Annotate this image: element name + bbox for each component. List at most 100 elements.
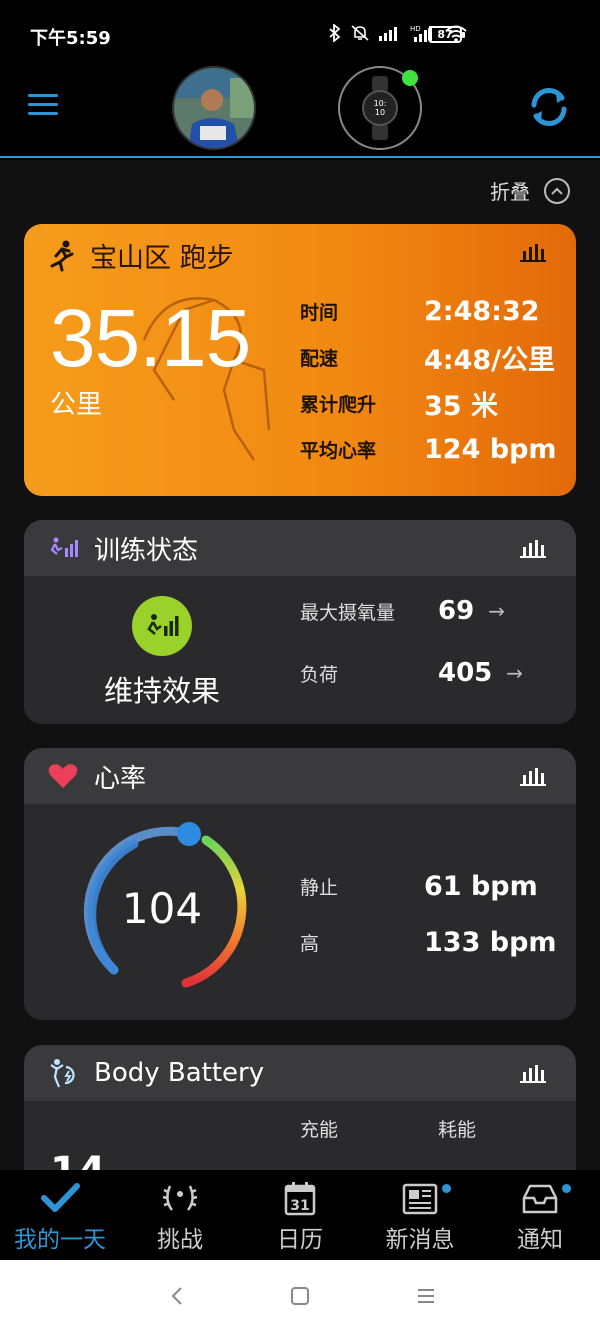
tab-label: 新消息: [385, 1227, 455, 1253]
arrow-right-icon: →: [506, 661, 524, 685]
stat-label: 高: [300, 932, 320, 955]
laurel-icon: [162, 1185, 198, 1211]
bluetooth-icon: [329, 24, 341, 42]
svg-text:10:: 10:: [374, 99, 387, 108]
avatar[interactable]: [172, 66, 256, 150]
inbox-icon: [522, 1184, 558, 1214]
tab-notifications[interactable]: 通知: [480, 1170, 600, 1260]
stat-label: 累计爬升: [300, 393, 377, 416]
menu-line: [28, 103, 58, 106]
card-title: 心率: [94, 763, 147, 794]
training-maintaining-icon: [147, 614, 179, 636]
body-battery-labels: 充能 耗能: [300, 1115, 576, 1142]
bar-chart-icon[interactable]: [520, 1063, 546, 1083]
tab-label: 日历: [277, 1227, 323, 1253]
tab-my-day[interactable]: 我的一天: [0, 1170, 120, 1260]
body-battery-card[interactable]: Body Battery 充能 耗能 14: [24, 1045, 576, 1170]
battery-indicator: 87: [428, 26, 465, 43]
stat-label: 配速: [300, 347, 339, 370]
unread-badge: [562, 1184, 571, 1193]
stat-value: 2:48:32: [424, 295, 540, 327]
top-app-bar: 10: 10: [0, 62, 600, 158]
arrow-right-icon: →: [488, 599, 505, 623]
signal-icon: [379, 27, 397, 41]
collapse-toggle[interactable]: 折叠: [490, 176, 570, 205]
sync-icon[interactable]: [526, 84, 572, 130]
stat-label: 负荷: [300, 663, 339, 686]
stat-value: 124 bpm: [424, 433, 557, 465]
stat-row: 配速 4:48/公里: [300, 334, 557, 380]
recents-icon[interactable]: [414, 1284, 438, 1308]
menu-button[interactable]: [28, 94, 58, 118]
chevron-up-icon: [544, 177, 570, 204]
system-navigation-bar: [0, 1260, 600, 1333]
card-header: 训练状态: [24, 520, 576, 576]
bar-chart-icon[interactable]: [520, 766, 546, 786]
calendar-day: 31: [290, 1198, 309, 1214]
bar-chart-icon[interactable]: [520, 538, 546, 558]
svg-text:HD: HD: [410, 25, 421, 33]
card-header: 心率: [24, 748, 576, 804]
tab-label: 我的一天: [14, 1227, 106, 1253]
connected-indicator: [402, 70, 418, 86]
training-status-icon: [46, 536, 80, 560]
heart-rate-card[interactable]: 心率 104 静止 61 bpm 高 133 bpm: [24, 748, 576, 1020]
bottom-tab-bar: 我的一天 挑战 31 日历 新消息 通知: [0, 1170, 600, 1260]
status-bar: 下午5:59 HD 87: [0, 0, 600, 62]
stat-value: 405: [438, 658, 493, 688]
calendar-icon: 31: [284, 1182, 316, 1216]
stat-label: 静止: [300, 876, 339, 899]
stat-value: 69: [438, 596, 475, 626]
stat-row: 静止 61 bpm: [300, 858, 557, 914]
activity-distance: 35.15: [50, 293, 251, 384]
menu-line: [28, 94, 58, 97]
activity-stats: 时间 2:48:32 配速 4:48/公里 累计爬升 35 米 平均心率 124 bpm: [300, 288, 557, 472]
stat-value: 4:48/公里: [424, 344, 556, 376]
heart-icon: [46, 763, 80, 789]
stat-row: 时间 2:48:32: [300, 288, 557, 334]
training-status-card[interactable]: 训练状态 维持效果 最大摄氧量 69 → 负荷 405 →: [24, 520, 576, 724]
heart-rate-stats: 静止 61 bpm 高 133 bpm: [300, 858, 557, 970]
menu-line: [28, 112, 58, 115]
card-title: 训练状态: [94, 535, 199, 566]
mute-bell-icon: [351, 25, 369, 41]
collapse-label: 折叠: [490, 180, 530, 204]
activity-title: 宝山区 跑步: [48, 236, 234, 275]
body-battery-icon: [46, 1057, 80, 1089]
training-status-summary: 维持效果: [24, 576, 300, 724]
stat-value: 133 bpm: [424, 926, 557, 958]
newspaper-icon: [402, 1183, 438, 1215]
body-battery-value: 14: [50, 1149, 106, 1170]
tab-challenges[interactable]: 挑战: [120, 1170, 240, 1260]
training-stats: 最大摄氧量 69 → 负荷 405 →: [300, 576, 523, 700]
charged-label: 充能: [300, 1119, 339, 1141]
tab-newsfeed[interactable]: 新消息: [360, 1170, 480, 1260]
tab-calendar[interactable]: 31 日历: [240, 1170, 360, 1260]
unread-badge: [442, 1184, 451, 1193]
activity-title-text: 宝山区 跑步: [90, 243, 234, 274]
load-row[interactable]: 负荷 405 →: [300, 646, 523, 700]
training-status-text: 维持效果: [103, 674, 220, 708]
stat-row: 累计爬升 35 米: [300, 380, 557, 426]
stat-row: 平均心率 124 bpm: [300, 426, 557, 472]
status-time: 下午5:59: [30, 28, 111, 49]
stat-value: 35 米: [424, 390, 498, 422]
home-icon[interactable]: [288, 1284, 312, 1308]
activity-distance-unit: 公里: [50, 390, 103, 420]
stat-label: 时间: [300, 301, 339, 324]
device-watch-button[interactable]: 10: 10: [338, 66, 422, 150]
main-content: 折叠 宝山区 跑步 35.15 公里 时间 2:48:32 配速 4:48/公里 累…: [0, 160, 600, 1170]
vo2max-row[interactable]: 最大摄氧量 69 →: [300, 584, 523, 638]
svg-text:10: 10: [375, 108, 385, 117]
stat-row: 高 133 bpm: [300, 914, 557, 970]
back-icon[interactable]: [166, 1284, 190, 1308]
drained-label: 耗能: [438, 1119, 477, 1141]
activity-card-run[interactable]: 宝山区 跑步 35.15 公里 时间 2:48:32 配速 4:48/公里 累计爬升…: [24, 224, 576, 496]
avatar-photo: [174, 68, 254, 148]
tab-label: 通知: [517, 1227, 563, 1253]
tab-label: 挑战: [157, 1227, 203, 1253]
check-icon: [41, 1183, 80, 1212]
bar-chart-icon[interactable]: [520, 242, 546, 262]
stat-value: 61 bpm: [424, 870, 538, 902]
stat-label: 平均心率: [300, 439, 377, 462]
